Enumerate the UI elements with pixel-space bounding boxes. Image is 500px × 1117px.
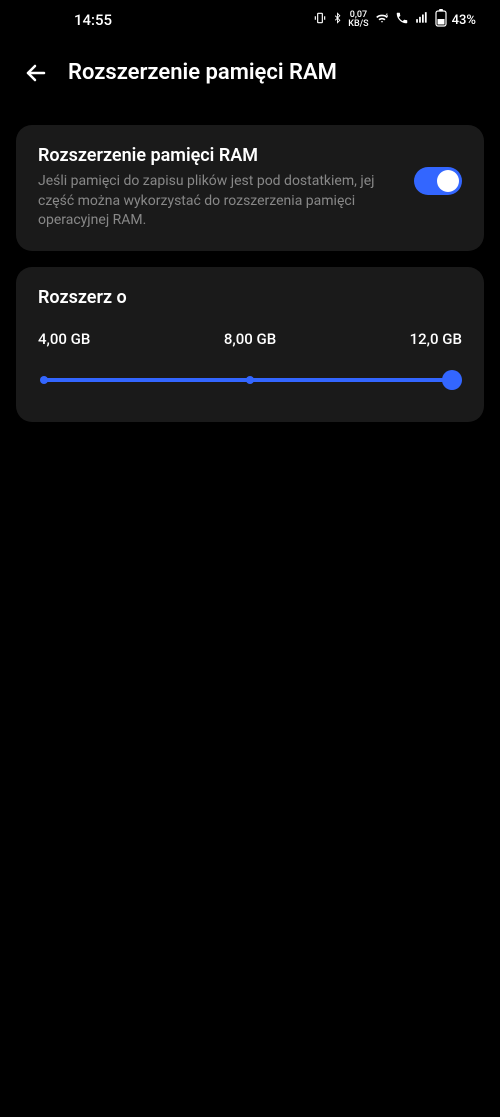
volte-icon bbox=[395, 11, 409, 29]
page-header: Rozszerzenie pamięci RAM bbox=[0, 40, 500, 109]
slider-tick-mid bbox=[246, 376, 254, 384]
card-title: Rozszerzenie pamięci RAM bbox=[38, 145, 398, 166]
bluetooth-icon bbox=[332, 11, 343, 29]
slider-label-2: 12,0 GB bbox=[410, 330, 462, 348]
battery-percent: 43% bbox=[452, 13, 476, 28]
svg-text:6: 6 bbox=[385, 13, 388, 19]
slider-card: Rozszerz o 4,00 GB 8,00 GB 12,0 GB bbox=[16, 267, 484, 422]
status-time: 14:55 bbox=[24, 11, 112, 29]
status-icons-group: 0,07 KB/S 6 bbox=[313, 9, 476, 31]
status-bar: 14:55 0,07 KB/S 6 bbox=[0, 0, 500, 40]
toggle-knob bbox=[437, 170, 459, 192]
slider-labels: 4,00 GB 8,00 GB 12,0 GB bbox=[38, 330, 462, 348]
arrow-left-icon bbox=[24, 61, 48, 85]
card-description: Jeśli pamięci do zapisu plików jest pod … bbox=[38, 172, 398, 231]
signal-icon bbox=[414, 11, 430, 29]
slider-thumb[interactable] bbox=[442, 370, 462, 390]
slider-title: Rozszerz o bbox=[38, 287, 462, 308]
page-title: Rozszerzenie pamięci RAM bbox=[68, 60, 337, 85]
ram-extension-toggle[interactable] bbox=[414, 167, 462, 195]
battery-icon bbox=[435, 9, 447, 31]
slider-label-0: 4,00 GB bbox=[38, 330, 90, 348]
ram-size-slider[interactable] bbox=[38, 368, 462, 392]
vibrate-icon bbox=[313, 11, 327, 29]
wifi-icon: 6 bbox=[374, 11, 390, 29]
slider-tick-left bbox=[40, 376, 48, 384]
network-speed: 0,07 KB/S bbox=[348, 11, 368, 29]
slider-label-1: 8,00 GB bbox=[224, 330, 276, 348]
ram-extension-card: Rozszerzenie pamięci RAM Jeśli pamięci d… bbox=[16, 125, 484, 251]
back-button[interactable] bbox=[24, 61, 48, 85]
